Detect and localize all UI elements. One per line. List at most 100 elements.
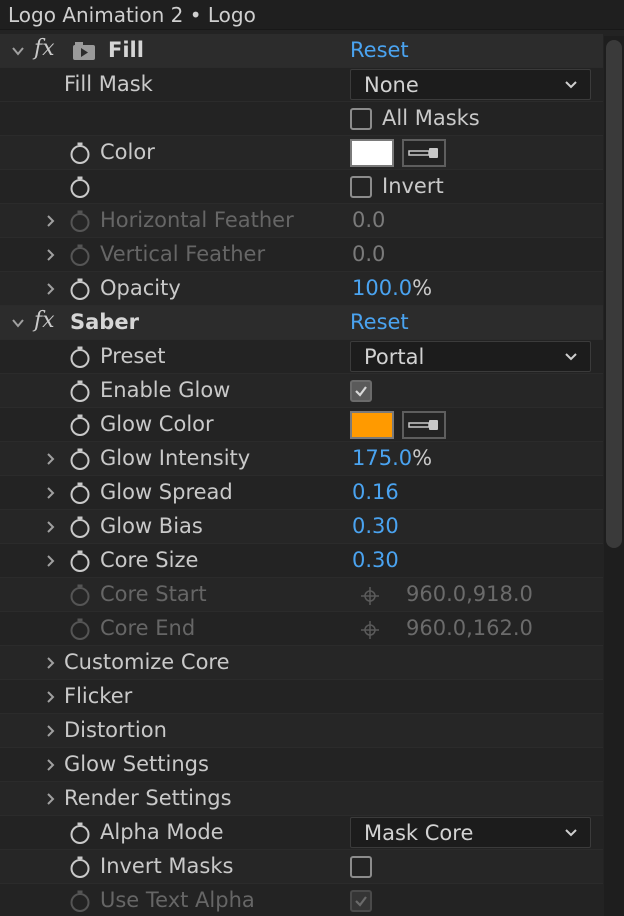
glow-intensity-value-group: 175.0% — [352, 446, 432, 470]
twirl-closed-icon[interactable] — [42, 723, 58, 739]
invert-row: Invert — [0, 170, 603, 204]
core-end-row: Core End 960.0,162.0 — [0, 612, 603, 646]
twirl-closed-icon[interactable] — [42, 689, 58, 705]
horizontal-feather-row: Horizontal Feather 0.0 — [0, 204, 603, 238]
stopwatch-icon[interactable] — [68, 277, 92, 301]
twirl-closed-icon[interactable] — [42, 281, 58, 297]
glow-spread-label: Glow Spread — [100, 480, 233, 504]
checkmark-icon — [355, 896, 367, 907]
fill-mask-value: None — [364, 72, 419, 97]
effect-header-saber[interactable]: fx Saber Reset — [0, 306, 603, 340]
color-label: Color — [100, 140, 155, 164]
twirl-open-icon[interactable] — [10, 43, 26, 59]
scrollbar-thumb[interactable] — [606, 40, 622, 548]
panel-title-text: Logo Animation 2 • Logo — [8, 2, 256, 27]
twirl-closed-icon[interactable] — [42, 757, 58, 773]
core-start-row: Core Start 960.0,918.0 — [0, 578, 603, 612]
fill-mask-dropdown[interactable]: None — [350, 69, 591, 100]
enable-glow-label: Enable Glow — [100, 378, 231, 402]
alpha-mode-row: Alpha Mode Mask Core — [0, 816, 603, 850]
glow-bias-value[interactable]: 0.30 — [352, 514, 399, 538]
preset-label: Preset — [100, 344, 166, 368]
glow-intensity-value[interactable]: 175.0 — [352, 446, 412, 470]
saber-reset-link[interactable]: Reset — [350, 310, 409, 334]
eyedropper-button[interactable] — [402, 139, 446, 167]
vertical-scrollbar[interactable] — [604, 36, 624, 916]
opacity-value[interactable]: 100.0 — [352, 276, 412, 300]
alpha-mode-label: Alpha Mode — [100, 820, 224, 844]
vertical-feather-row: Vertical Feather 0.0 — [0, 238, 603, 272]
twirl-closed-icon[interactable] — [42, 247, 58, 263]
glow-settings-group[interactable]: Glow Settings — [0, 748, 603, 782]
stopwatch-icon[interactable] — [68, 515, 92, 539]
all-masks-checkbox[interactable] — [350, 108, 372, 130]
color-swatch[interactable] — [350, 139, 394, 167]
chevron-down-icon — [565, 353, 577, 361]
flicker-group[interactable]: Flicker — [0, 680, 603, 714]
stopwatch-icon[interactable] — [68, 855, 92, 879]
chevron-down-icon — [565, 829, 577, 837]
customize-core-group[interactable]: Customize Core — [0, 646, 603, 680]
invert-masks-checkbox[interactable] — [350, 856, 372, 878]
stopwatch-icon — [70, 244, 90, 266]
use-text-alpha-checkbox — [350, 890, 372, 912]
stopwatch-icon[interactable] — [68, 345, 92, 369]
preset-dropdown[interactable]: Portal — [350, 341, 591, 372]
eyedropper-icon — [408, 148, 438, 158]
glow-spread-value[interactable]: 0.16 — [352, 480, 399, 504]
preset-row: Preset Portal — [0, 340, 603, 374]
stopwatch-icon[interactable] — [68, 141, 92, 165]
vertical-feather-value: 0.0 — [352, 242, 386, 266]
alpha-mode-dropdown[interactable]: Mask Core — [350, 817, 591, 848]
glow-intensity-row: Glow Intensity 175.0% — [0, 442, 603, 476]
use-text-alpha-label: Use Text Alpha — [100, 888, 255, 912]
stopwatch-icon[interactable] — [68, 379, 92, 403]
stopwatch-icon[interactable] — [68, 413, 92, 437]
opacity-unit: % — [412, 276, 433, 300]
stopwatch-icon — [70, 584, 90, 606]
fill-mask-label: Fill Mask — [64, 72, 153, 96]
stopwatch-icon[interactable] — [68, 447, 92, 471]
twirl-open-icon[interactable] — [10, 315, 26, 331]
invert-masks-label: Invert Masks — [100, 854, 234, 878]
stopwatch-icon — [70, 890, 90, 912]
opacity-row: Opacity 100.0% — [0, 272, 603, 306]
fill-reset-link[interactable]: Reset — [350, 38, 409, 62]
glow-settings-label: Glow Settings — [64, 752, 209, 776]
twirl-closed-icon[interactable] — [42, 655, 58, 671]
eyedropper-button[interactable] — [402, 411, 446, 439]
stopwatch-icon[interactable] — [68, 549, 92, 573]
fill-mask-row: Fill Mask None — [0, 68, 603, 102]
stopwatch-icon[interactable] — [68, 821, 92, 845]
glow-intensity-unit: % — [412, 446, 433, 470]
use-text-alpha-row: Use Text Alpha — [0, 884, 603, 916]
twirl-closed-icon[interactable] — [42, 213, 58, 229]
invert-checkbox[interactable] — [350, 176, 372, 198]
alpha-mode-value: Mask Core — [364, 820, 474, 845]
fx-icon[interactable]: fx — [34, 308, 55, 333]
effect-header-fill[interactable]: fx Fill Reset — [0, 34, 603, 68]
glow-color-row: Glow Color — [0, 408, 603, 442]
twirl-closed-icon[interactable] — [42, 451, 58, 467]
effect-controls-panel: fx Fill Reset Fill Mask None All Masks C… — [0, 34, 603, 916]
twirl-closed-icon[interactable] — [42, 791, 58, 807]
crosshair-icon — [361, 587, 379, 605]
eyedropper-icon — [408, 420, 438, 430]
all-masks-row: All Masks — [0, 102, 603, 136]
twirl-closed-icon[interactable] — [42, 519, 58, 535]
twirl-closed-icon[interactable] — [42, 485, 58, 501]
core-start-value: 960.0,918.0 — [406, 582, 533, 606]
render-settings-label: Render Settings — [64, 786, 232, 810]
stopwatch-icon[interactable] — [68, 175, 92, 199]
glow-intensity-label: Glow Intensity — [100, 446, 251, 470]
enable-glow-checkbox[interactable] — [350, 380, 372, 402]
twirl-closed-icon[interactable] — [42, 553, 58, 569]
core-size-value[interactable]: 0.30 — [352, 548, 399, 572]
glow-color-label: Glow Color — [100, 412, 214, 436]
effect-type-icon — [73, 42, 95, 60]
fx-icon[interactable]: fx — [34, 36, 55, 61]
stopwatch-icon[interactable] — [68, 481, 92, 505]
glow-color-swatch[interactable] — [350, 411, 394, 439]
render-settings-group[interactable]: Render Settings — [0, 782, 603, 816]
distortion-group[interactable]: Distortion — [0, 714, 603, 748]
